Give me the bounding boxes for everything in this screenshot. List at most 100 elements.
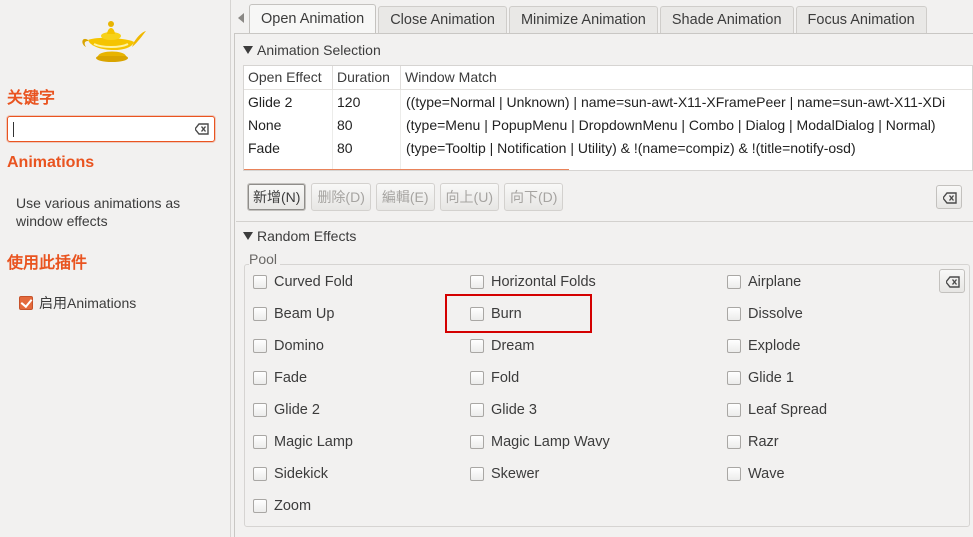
move-down-button[interactable]: 向下(D): [503, 183, 564, 211]
checkbox-unchecked-icon[interactable]: [727, 339, 741, 353]
tab-shade-animation[interactable]: Shade Animation: [659, 6, 794, 33]
checkbox-unchecked-icon[interactable]: [727, 403, 741, 417]
table-cell-duration[interactable]: 80: [333, 137, 353, 160]
tab-focus-animation[interactable]: Focus Animation: [795, 6, 927, 33]
effect-label: Magic Lamp: [274, 434, 353, 450]
effect-checkbox-horizontal-folds[interactable]: Horizontal Folds: [470, 274, 596, 290]
effect-label: Leaf Spread: [748, 402, 828, 418]
search-input[interactable]: [7, 116, 215, 142]
effect-checkbox-fade[interactable]: Fade: [253, 370, 307, 386]
random-effects-expander[interactable]: Random Effects: [243, 228, 356, 244]
animation-selection-table: Open Effect Duration Window Match Glide …: [243, 65, 973, 171]
enable-plugin-heading: 使用此插件: [7, 255, 88, 272]
move-up-button[interactable]: 向上(U): [439, 183, 499, 211]
table-cell-duration[interactable]: 80: [333, 114, 353, 137]
checkbox-checked-icon[interactable]: [19, 296, 33, 310]
checkbox-unchecked-icon[interactable]: [470, 339, 484, 353]
plugin-name-heading: Animations: [7, 154, 95, 171]
table-cell-match[interactable]: (type=Menu | PopupMenu | DropdownMenu | …: [402, 114, 936, 137]
effect-checkbox-explode[interactable]: Explode: [727, 338, 800, 354]
table-cell-effect[interactable]: Fade: [244, 137, 280, 160]
effect-checkbox-magic-lamp-wavy[interactable]: Magic Lamp Wavy: [470, 434, 610, 450]
add-button[interactable]: 新增(N): [247, 183, 307, 211]
expander-arrow-icon: [243, 232, 253, 240]
sidebar: 关键字 Animations Use various animations as…: [0, 0, 231, 537]
checkbox-unchecked-icon[interactable]: [470, 275, 484, 289]
effect-checkbox-beam-up[interactable]: Beam Up: [253, 306, 334, 322]
effect-checkbox-zoom[interactable]: Zoom: [253, 498, 311, 514]
effect-checkbox-glide-3[interactable]: Glide 3: [470, 402, 537, 418]
checkbox-unchecked-icon[interactable]: [253, 275, 267, 289]
effect-checkbox-skewer[interactable]: Skewer: [470, 466, 539, 482]
tab-minimize-animation[interactable]: Minimize Animation: [508, 6, 658, 33]
magic-lamp-icon: [82, 21, 146, 62]
effect-label: Airplane: [748, 274, 802, 290]
effect-checkbox-dream[interactable]: Dream: [470, 338, 535, 354]
effect-label: Glide 1: [748, 370, 794, 386]
horizontal-scrollbar[interactable]: [244, 169, 569, 170]
checkbox-unchecked-icon[interactable]: [470, 435, 484, 449]
plugin-description: Use various animations as window effects: [16, 195, 181, 229]
enable-plugin-label: 启用Animations: [39, 295, 137, 311]
table-cell-effect[interactable]: Glide 2: [244, 91, 292, 114]
keyword-heading: 关键字: [7, 90, 56, 107]
checkbox-unchecked-icon[interactable]: [253, 339, 267, 353]
enable-plugin-checkbox[interactable]: 启用Animations: [19, 293, 136, 313]
effect-label: Dissolve: [748, 306, 803, 322]
checkbox-unchecked-icon[interactable]: [253, 435, 267, 449]
tab-open-animation[interactable]: Open Animation: [249, 4, 377, 34]
checkbox-unchecked-icon[interactable]: [470, 403, 484, 417]
checkbox-unchecked-icon[interactable]: [727, 435, 741, 449]
delete-button[interactable]: 删除(D): [311, 183, 371, 211]
column-header-window-match[interactable]: Window Match: [401, 66, 972, 90]
tab-scroll-left-icon[interactable]: [236, 12, 246, 24]
table-cell-match[interactable]: ((type=Normal | Unknown) | name=sun-awt-…: [402, 91, 945, 114]
section-divider: [236, 221, 973, 222]
effect-label: Glide 3: [491, 402, 537, 418]
checkbox-unchecked-icon[interactable]: [470, 467, 484, 481]
effect-checkbox-airplane[interactable]: Airplane: [727, 274, 801, 290]
checkbox-unchecked-icon[interactable]: [253, 403, 267, 417]
checkbox-unchecked-icon[interactable]: [470, 371, 484, 385]
effect-checkbox-curved-fold[interactable]: Curved Fold: [253, 274, 353, 290]
checkbox-unchecked-icon[interactable]: [253, 307, 267, 321]
effect-label: Curved Fold: [274, 274, 353, 290]
random-effects-title: Random Effects: [257, 228, 357, 244]
checkbox-unchecked-icon[interactable]: [727, 371, 741, 385]
effect-label: Magic Lamp Wavy: [491, 434, 610, 450]
table-cell-match[interactable]: (type=Tooltip | Notification | Utility) …: [402, 137, 856, 160]
column-divider: [400, 90, 401, 170]
tab-close-animation[interactable]: Close Animation: [378, 6, 507, 33]
effect-label: Beam Up: [274, 306, 335, 322]
column-header-duration[interactable]: Duration: [333, 66, 401, 90]
table-cell-effect[interactable]: None: [244, 114, 281, 137]
effect-checkbox-leaf-spread[interactable]: Leaf Spread: [727, 402, 827, 418]
checkbox-unchecked-icon[interactable]: [253, 467, 267, 481]
checkbox-unchecked-icon[interactable]: [727, 467, 741, 481]
checkbox-unchecked-icon[interactable]: [253, 499, 267, 513]
checkbox-unchecked-icon[interactable]: [727, 275, 741, 289]
effect-checkbox-dissolve[interactable]: Dissolve: [727, 306, 803, 322]
effect-checkbox-domino[interactable]: Domino: [253, 338, 324, 354]
checkbox-unchecked-icon[interactable]: [253, 371, 267, 385]
edit-button[interactable]: 編輯(E): [375, 183, 435, 211]
clear-search-icon[interactable]: [195, 123, 209, 135]
effect-checkbox-magic-lamp[interactable]: Magic Lamp: [253, 434, 353, 450]
tab-bar: Open Animation Close Animation Minimize …: [249, 4, 929, 34]
effect-checkbox-fold[interactable]: Fold: [470, 370, 519, 386]
effect-label: Sidekick: [274, 466, 328, 482]
column-header-open-effect[interactable]: Open Effect: [244, 66, 333, 90]
reset-pool-button[interactable]: [939, 269, 965, 293]
clear-icon: [943, 192, 957, 204]
table-cell-duration[interactable]: 120: [333, 91, 360, 114]
reset-selection-button[interactable]: [936, 185, 962, 209]
checkbox-unchecked-icon[interactable]: [727, 307, 741, 321]
animation-selection-expander[interactable]: Animation Selection: [243, 42, 381, 58]
effect-label: Explode: [748, 338, 801, 354]
effect-checkbox-glide-2[interactable]: Glide 2: [253, 402, 320, 418]
effect-checkbox-razr[interactable]: Razr: [727, 434, 779, 450]
effect-label: Domino: [274, 338, 324, 354]
effect-checkbox-sidekick[interactable]: Sidekick: [253, 466, 328, 482]
effect-checkbox-glide-1[interactable]: Glide 1: [727, 370, 794, 386]
effect-checkbox-wave[interactable]: Wave: [727, 466, 785, 482]
